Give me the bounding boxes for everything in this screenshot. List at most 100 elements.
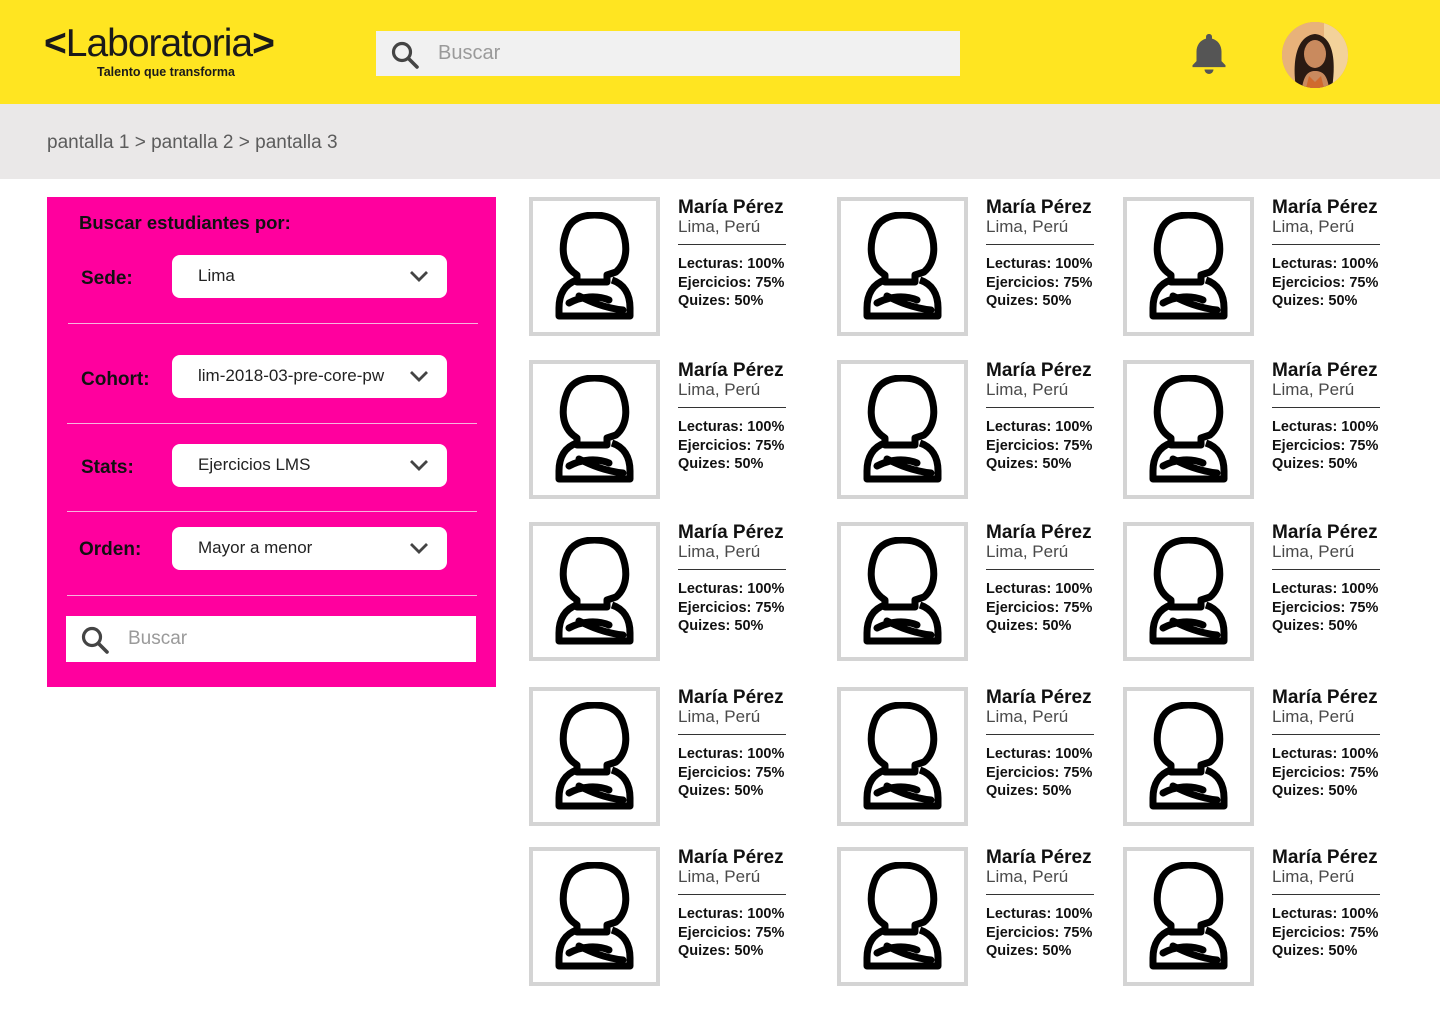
student-card[interactable]: María Pérez Lima, Perú Lecturas: 100% Ej… xyxy=(1123,197,1403,337)
header-search-input[interactable] xyxy=(438,31,938,76)
student-stat-quizes: Quizes: 50% xyxy=(986,618,1072,634)
student-name: María Pérez xyxy=(1272,687,1378,708)
student-search-input[interactable] xyxy=(128,616,458,662)
student-card[interactable]: María Pérez Lima, Perú Lecturas: 100% Ej… xyxy=(837,197,1117,337)
student-name: María Pérez xyxy=(1272,522,1378,543)
orden-select[interactable]: Mayor a menor xyxy=(172,527,447,570)
student-card[interactable]: María Pérez Lima, Perú Lecturas: 100% Ej… xyxy=(529,360,809,500)
breadcrumb-item-2[interactable]: pantalla 2 xyxy=(151,132,233,153)
student-stat-lecturas: Lecturas: 100% xyxy=(678,746,785,762)
laboratoria-logo[interactable]: <Laboratoria> Talento que transforma xyxy=(44,22,306,86)
student-location: Lima, Perú xyxy=(678,707,761,726)
student-name: María Pérez xyxy=(678,197,784,218)
filter-row-sede: Sede: Lima xyxy=(47,254,496,314)
student-card[interactable]: María Pérez Lima, Perú Lecturas: 100% Ej… xyxy=(1123,687,1403,827)
student-name: María Pérez xyxy=(1272,360,1378,381)
student-location: Lima, Perú xyxy=(986,867,1069,886)
logo-text: Laboratoria xyxy=(65,22,253,65)
student-photo xyxy=(1123,360,1254,499)
filter-row-stats: Stats: Ejercicios LMS xyxy=(47,444,496,504)
student-name: María Pérez xyxy=(986,847,1092,868)
student-photo xyxy=(1123,522,1254,661)
student-card[interactable]: María Pérez Lima, Perú Lecturas: 100% Ej… xyxy=(837,522,1117,662)
student-stat-ejercicios: Ejercicios: 75% xyxy=(678,275,785,291)
student-name: María Pérez xyxy=(678,847,784,868)
filter-divider xyxy=(67,595,477,596)
student-location: Lima, Perú xyxy=(1272,380,1355,399)
student-photo xyxy=(529,687,660,826)
student-stat-lecturas: Lecturas: 100% xyxy=(1272,746,1379,762)
card-divider xyxy=(986,734,1094,735)
avatar-photo xyxy=(1282,22,1348,88)
user-silhouette-icon xyxy=(863,537,942,645)
student-card[interactable]: María Pérez Lima, Perú Lecturas: 100% Ej… xyxy=(837,687,1117,827)
user-silhouette-icon xyxy=(555,375,634,483)
student-name: María Pérez xyxy=(1272,197,1378,218)
student-photo xyxy=(837,687,968,826)
card-divider xyxy=(1272,407,1380,408)
student-photo xyxy=(1123,687,1254,826)
sede-select-value: Lima xyxy=(198,266,235,285)
student-stat-ejercicios: Ejercicios: 75% xyxy=(986,925,1093,941)
student-stat-lecturas: Lecturas: 100% xyxy=(678,906,785,922)
top-header: <Laboratoria> Talento que transforma xyxy=(0,0,1440,104)
student-card[interactable]: María Pérez Lima, Perú Lecturas: 100% Ej… xyxy=(529,687,809,827)
card-divider xyxy=(986,894,1094,895)
student-stat-ejercicios: Ejercicios: 75% xyxy=(986,600,1093,616)
filter-divider xyxy=(68,323,478,324)
student-photo xyxy=(529,847,660,986)
student-stat-lecturas: Lecturas: 100% xyxy=(986,256,1093,272)
student-card[interactable]: María Pérez Lima, Perú Lecturas: 100% Ej… xyxy=(1123,522,1403,662)
student-card[interactable]: María Pérez Lima, Perú Lecturas: 100% Ej… xyxy=(529,197,809,337)
student-card[interactable]: María Pérez Lima, Perú Lecturas: 100% Ej… xyxy=(529,847,809,987)
student-name: María Pérez xyxy=(678,687,784,708)
breadcrumb-separator: > xyxy=(134,132,146,153)
filter-row-cohort: Cohort: lim-2018-03-pre-core-pw xyxy=(47,355,496,415)
filter-label-orden: Orden: xyxy=(79,539,142,560)
stats-select[interactable]: Ejercicios LMS xyxy=(172,444,447,487)
cohort-select[interactable]: lim-2018-03-pre-core-pw xyxy=(172,355,447,398)
bell-icon[interactable] xyxy=(1188,30,1230,74)
student-stat-ejercicios: Ejercicios: 75% xyxy=(986,765,1093,781)
student-stat-ejercicios: Ejercicios: 75% xyxy=(1272,600,1379,616)
filter-divider xyxy=(67,511,477,512)
card-divider xyxy=(986,244,1094,245)
chevron-down-icon xyxy=(410,460,428,471)
student-photo xyxy=(529,197,660,336)
student-stat-quizes: Quizes: 50% xyxy=(1272,783,1358,799)
filter-label-stats: Stats: xyxy=(81,457,134,478)
student-card[interactable]: María Pérez Lima, Perú Lecturas: 100% Ej… xyxy=(837,847,1117,987)
student-stat-lecturas: Lecturas: 100% xyxy=(986,746,1093,762)
header-search-bar[interactable] xyxy=(376,31,960,76)
breadcrumb-item-1[interactable]: pantalla 1 xyxy=(47,132,129,153)
user-silhouette-icon xyxy=(863,702,942,810)
student-stat-ejercicios: Ejercicios: 75% xyxy=(678,765,785,781)
student-stat-ejercicios: Ejercicios: 75% xyxy=(678,925,785,941)
user-silhouette-icon xyxy=(555,537,634,645)
student-stat-quizes: Quizes: 50% xyxy=(678,783,764,799)
search-icon xyxy=(391,41,419,69)
filter-label-sede: Sede: xyxy=(81,268,133,289)
student-location: Lima, Perú xyxy=(678,867,761,886)
student-stat-lecturas: Lecturas: 100% xyxy=(678,256,785,272)
user-avatar[interactable] xyxy=(1282,22,1348,88)
student-stat-ejercicios: Ejercicios: 75% xyxy=(1272,925,1379,941)
student-location: Lima, Perú xyxy=(1272,707,1355,726)
student-location: Lima, Perú xyxy=(986,380,1069,399)
student-card[interactable]: María Pérez Lima, Perú Lecturas: 100% Ej… xyxy=(1123,360,1403,500)
sede-select[interactable]: Lima xyxy=(172,255,447,298)
student-card[interactable]: María Pérez Lima, Perú Lecturas: 100% Ej… xyxy=(1123,847,1403,987)
logo-chevron-right: > xyxy=(252,22,275,65)
student-location: Lima, Perú xyxy=(1272,867,1355,886)
student-card[interactable]: María Pérez Lima, Perú Lecturas: 100% Ej… xyxy=(837,360,1117,500)
orden-select-value: Mayor a menor xyxy=(198,538,313,557)
breadcrumb-item-3[interactable]: pantalla 3 xyxy=(255,132,337,153)
user-silhouette-icon xyxy=(1149,212,1228,320)
student-search-bar[interactable] xyxy=(66,616,476,662)
student-name: María Pérez xyxy=(678,522,784,543)
student-stat-ejercicios: Ejercicios: 75% xyxy=(678,438,785,454)
student-card[interactable]: María Pérez Lima, Perú Lecturas: 100% Ej… xyxy=(529,522,809,662)
card-divider xyxy=(1272,569,1380,570)
student-stat-ejercicios: Ejercicios: 75% xyxy=(986,275,1093,291)
student-name: María Pérez xyxy=(986,197,1092,218)
